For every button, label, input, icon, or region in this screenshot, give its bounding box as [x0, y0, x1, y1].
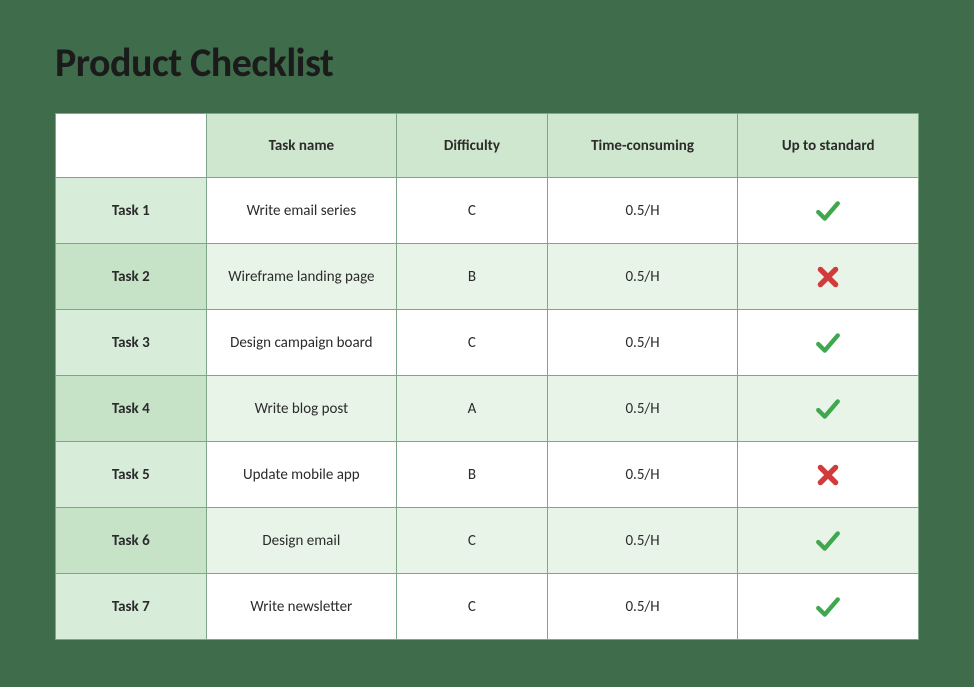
standard-cell	[738, 310, 919, 376]
row-label: Task 5	[56, 442, 207, 508]
standard-cell	[738, 244, 919, 310]
table-row: Task 2 Wireframe landing page B 0.5/H	[56, 244, 919, 310]
difficulty-cell: B	[397, 244, 548, 310]
standard-cell	[738, 442, 919, 508]
difficulty-cell: C	[397, 574, 548, 640]
check-icon	[815, 399, 841, 417]
check-icon	[815, 594, 841, 620]
difficulty-cell: A	[397, 376, 548, 442]
table-row: Task 5 Update mobile app B 0.5/H	[56, 442, 919, 508]
time-cell: 0.5/H	[547, 244, 738, 310]
header-standard: Up to standard	[738, 114, 919, 178]
standard-cell	[738, 178, 919, 244]
time-cell: 0.5/H	[547, 442, 738, 508]
header-task-name: Task name	[206, 114, 397, 178]
table-row: Task 4 Write blog post A 0.5/H	[56, 376, 919, 442]
difficulty-cell: C	[397, 508, 548, 574]
checklist-table: Task name Difficulty Time-consuming Up t…	[55, 113, 919, 640]
difficulty-cell: B	[397, 442, 548, 508]
page: Product Checklist Task name Difficulty T…	[0, 0, 974, 687]
check-icon	[815, 201, 841, 219]
row-label: Task 2	[56, 244, 207, 310]
check-icon	[815, 528, 841, 554]
table-header-row: Task name Difficulty Time-consuming Up t…	[56, 114, 919, 178]
row-label: Task 3	[56, 310, 207, 376]
check-icon	[815, 333, 841, 351]
header-time: Time-consuming	[547, 114, 738, 178]
row-label: Task 4	[56, 376, 207, 442]
table-body: Task 1 Write email series C 0.5/H Task 2…	[56, 178, 919, 640]
time-cell: 0.5/H	[547, 178, 738, 244]
cross-icon	[815, 267, 841, 285]
table-row: Task 1 Write email series C 0.5/H	[56, 178, 919, 244]
row-label: Task 1	[56, 178, 207, 244]
check-icon	[815, 531, 841, 549]
task-name-cell: Design email	[206, 508, 397, 574]
standard-cell	[738, 376, 919, 442]
cross-icon	[815, 264, 841, 290]
row-label: Task 6	[56, 508, 207, 574]
standard-cell	[738, 574, 919, 640]
check-icon	[815, 330, 841, 356]
check-icon	[815, 396, 841, 422]
difficulty-cell: C	[397, 178, 548, 244]
time-cell: 0.5/H	[547, 574, 738, 640]
cross-icon	[815, 462, 841, 488]
table-row: Task 6 Design email C 0.5/H	[56, 508, 919, 574]
difficulty-cell: C	[397, 310, 548, 376]
check-icon	[815, 198, 841, 224]
time-cell: 0.5/H	[547, 310, 738, 376]
task-name-cell: Write email series	[206, 178, 397, 244]
task-name-cell: Write blog post	[206, 376, 397, 442]
page-title: Product Checklist	[55, 38, 919, 87]
table-row: Task 3 Design campaign board C 0.5/H	[56, 310, 919, 376]
time-cell: 0.5/H	[547, 508, 738, 574]
task-name-cell: Design campaign board	[206, 310, 397, 376]
task-name-cell: Write newsletter	[206, 574, 397, 640]
row-label: Task 7	[56, 574, 207, 640]
time-cell: 0.5/H	[547, 376, 738, 442]
task-name-cell: Wireframe landing page	[206, 244, 397, 310]
standard-cell	[738, 508, 919, 574]
cross-icon	[815, 465, 841, 483]
task-name-cell: Update mobile app	[206, 442, 397, 508]
header-difficulty: Difficulty	[397, 114, 548, 178]
check-icon	[815, 597, 841, 615]
table-row: Task 7 Write newsletter C 0.5/H	[56, 574, 919, 640]
header-blank	[56, 114, 207, 178]
